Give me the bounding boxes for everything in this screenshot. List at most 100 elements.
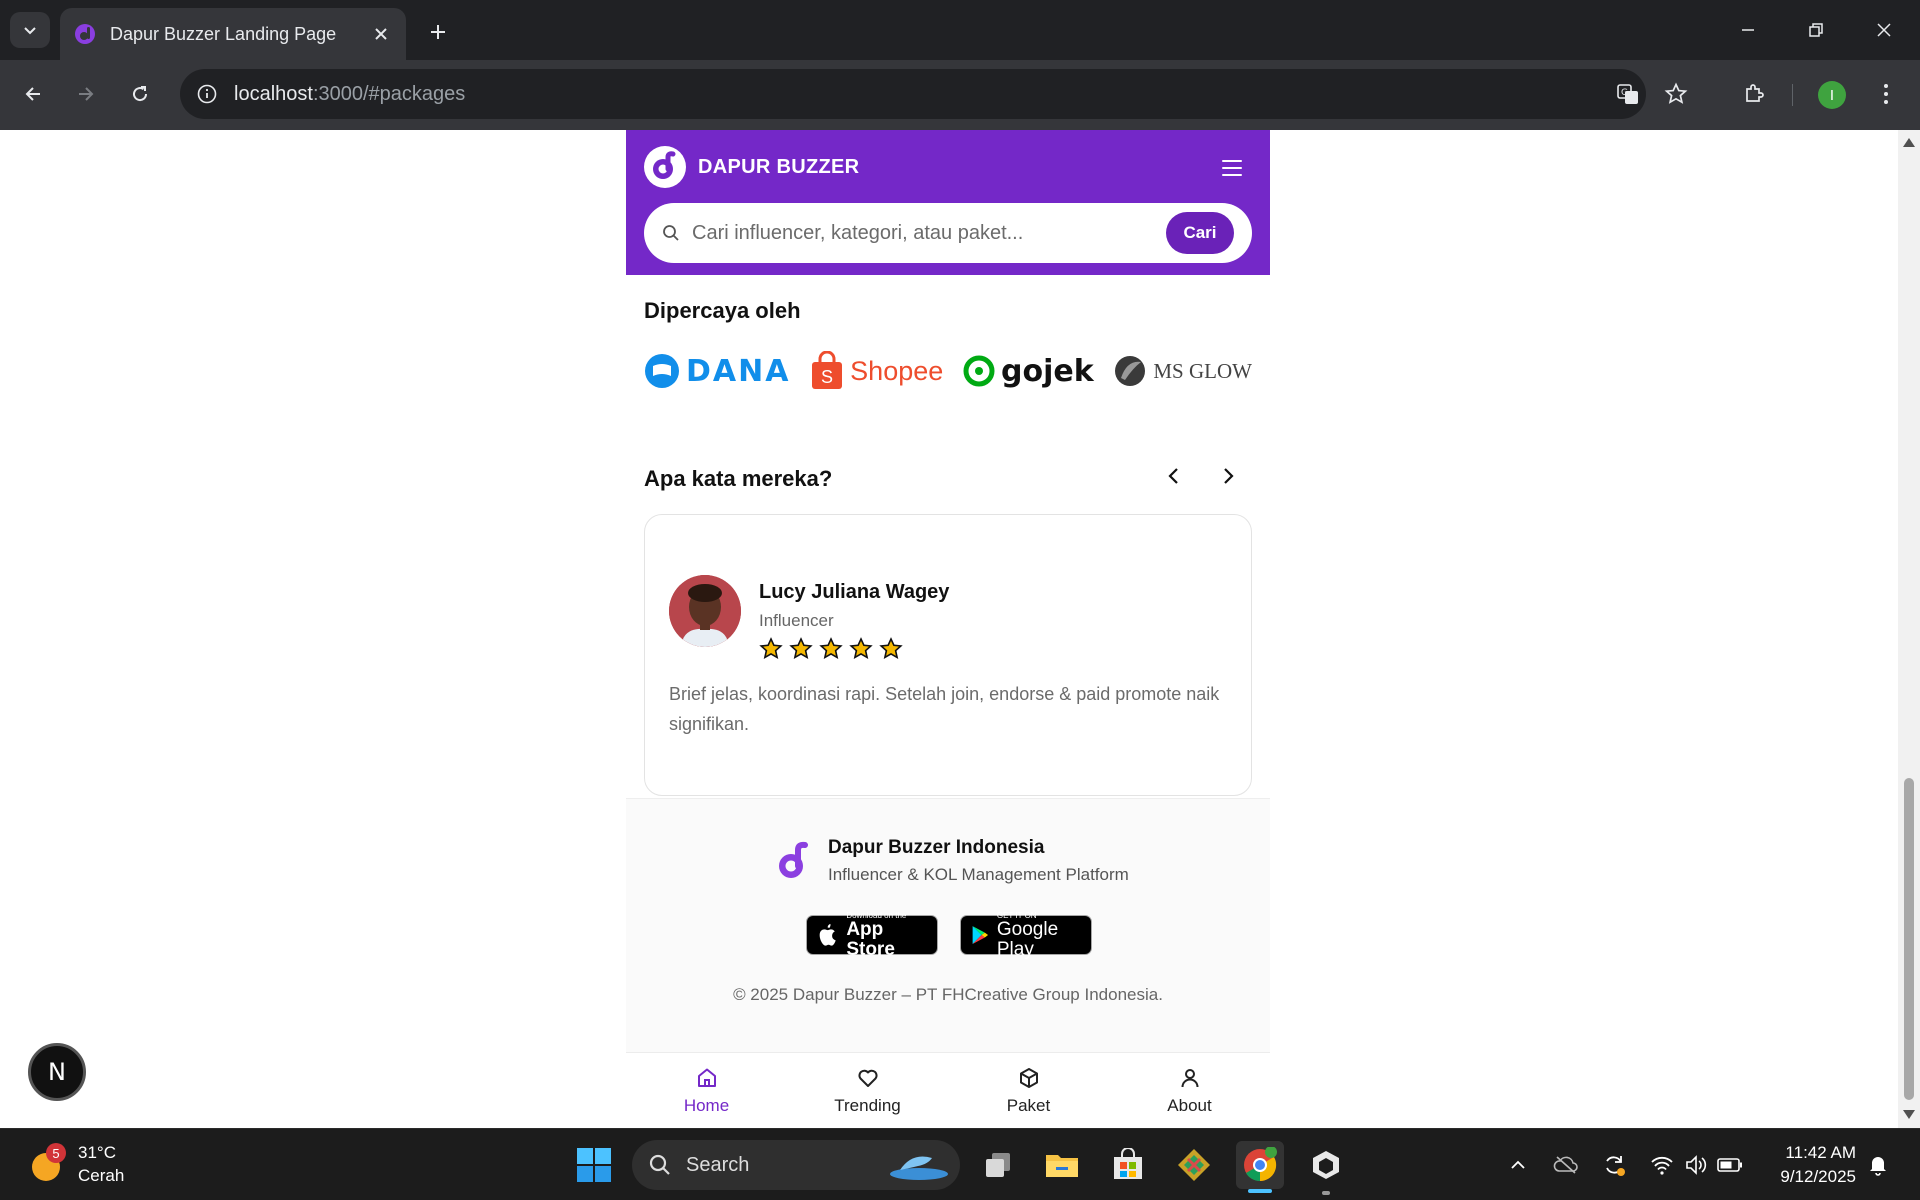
forward-button[interactable] <box>66 74 106 114</box>
start-button[interactable] <box>570 1141 618 1189</box>
address-bar[interactable]: localhost:3000/#packages <box>180 69 1646 119</box>
scroll-up-arrow-icon[interactable] <box>1903 138 1915 147</box>
close-window-button[interactable] <box>1864 12 1904 48</box>
bookmark-button[interactable] <box>1656 74 1696 114</box>
home-icon <box>697 1068 716 1087</box>
back-button[interactable] <box>13 74 53 114</box>
footer-company-name: Dapur Buzzer Indonesia <box>828 837 1045 858</box>
chrome-taskbar-button[interactable] <box>1236 1141 1284 1189</box>
plus-icon <box>431 25 445 39</box>
cursor-app-button[interactable] <box>1302 1141 1350 1189</box>
translate-button[interactable]: G <box>1608 74 1648 114</box>
task-view-button[interactable] <box>974 1141 1022 1189</box>
testimonial-quote: Brief jelas, koordinasi rapi. Setelah jo… <box>669 684 1220 734</box>
weather-widget[interactable]: 5 31°C Cerah <box>28 1141 124 1187</box>
star-icon <box>789 637 813 659</box>
file-explorer-button[interactable] <box>1038 1141 1086 1189</box>
google-play-badge[interactable]: GET IT ON Google Play <box>960 911 1092 959</box>
google-play-icon <box>972 926 989 944</box>
footer-tagline: Influencer & KOL Management Platform <box>828 865 1129 884</box>
nav-item-paket[interactable]: Paket <box>948 1053 1109 1128</box>
search-icon <box>663 225 679 241</box>
notifications-icon[interactable] <box>1864 1151 1892 1179</box>
info-icon[interactable] <box>196 83 218 105</box>
dolphin-highlight-icon <box>890 1156 948 1180</box>
arrow-right-icon <box>79 87 94 101</box>
system-clock[interactable]: 11:42 AM 9/12/2025 <box>1756 1141 1856 1189</box>
browser-tab[interactable]: Dapur Buzzer Landing Page <box>60 8 406 60</box>
star-icon <box>879 637 903 659</box>
user-icon <box>1181 1068 1198 1087</box>
tab-list-button[interactable] <box>10 12 50 48</box>
msglow-logo: MS GLOW <box>1113 352 1252 390</box>
browser-toolbar: localhost:3000/#packages G I <box>0 60 1920 130</box>
translate-icon: G <box>1617 84 1638 104</box>
minimize-button[interactable] <box>1728 12 1768 48</box>
svg-text:G: G <box>1621 88 1628 98</box>
app-store-badge[interactable]: Download on the App Store <box>806 911 938 959</box>
testimonials-title: Apa kata mereka? <box>644 466 833 491</box>
sync-tray-icon[interactable] <box>1600 1151 1628 1179</box>
brand[interactable]: DAPUR BUZZER <box>644 146 859 188</box>
cube-app-icon <box>1313 1151 1339 1179</box>
running-app-indicator <box>1322 1191 1330 1195</box>
more-vertical-icon <box>1884 84 1888 104</box>
tray-overflow-button[interactable] <box>1504 1151 1532 1179</box>
nextjs-dev-badge[interactable]: N <box>28 1043 86 1101</box>
store-icon <box>1114 1148 1142 1179</box>
nav-item-trending[interactable]: Trending <box>787 1053 948 1128</box>
carousel-prev-button[interactable] <box>1156 458 1192 494</box>
footer-brand: Dapur Buzzer Indonesia Influencer & KOL … <box>774 837 1129 885</box>
search-icon <box>649 1154 670 1175</box>
active-app-indicator <box>1248 1189 1272 1193</box>
mobile-app-container: DAPUR BUZZER Cari Dipercaya oleh DANA S … <box>626 130 1270 1128</box>
weather-temp: 31°C <box>78 1143 116 1162</box>
onedrive-tray-icon[interactable] <box>1552 1151 1580 1179</box>
tab-title: Dapur Buzzer Landing Page <box>110 23 337 44</box>
scroll-down-arrow-icon[interactable] <box>1903 1110 1915 1119</box>
shopee-bag-icon: S <box>812 351 843 389</box>
avatar <box>669 575 741 647</box>
nav-item-home[interactable]: Home <box>626 1053 787 1128</box>
task-view-icon <box>986 1153 1010 1177</box>
git-diamond-icon <box>1178 1149 1210 1181</box>
rating-stars <box>759 637 903 661</box>
tab-close-button[interactable] <box>370 23 392 45</box>
extensions-button[interactable] <box>1734 74 1774 114</box>
chevron-left-icon <box>1168 468 1178 484</box>
star-icon <box>819 637 843 659</box>
reload-button[interactable] <box>120 74 160 114</box>
browser-menu-button[interactable] <box>1866 74 1906 114</box>
microsoft-store-button[interactable] <box>1104 1141 1152 1189</box>
page-scrollbar[interactable] <box>1898 130 1920 1128</box>
profile-avatar[interactable]: I <box>1818 81 1846 109</box>
star-icon <box>759 637 783 659</box>
new-tab-button[interactable] <box>420 14 456 50</box>
star-outline-icon <box>1664 82 1688 104</box>
bottom-navigation: Home Trending Paket About <box>626 1052 1270 1128</box>
msglow-leaf-icon <box>1115 356 1146 386</box>
brand-logo-icon <box>779 841 808 878</box>
brand-name: DAPUR BUZZER <box>698 155 860 178</box>
git-app-button[interactable] <box>1170 1141 1218 1189</box>
wifi-icon[interactable] <box>1648 1151 1676 1179</box>
testimonial-role: Influencer <box>759 611 834 630</box>
nav-item-about[interactable]: About <box>1109 1053 1270 1128</box>
dana-logo: DANA <box>644 353 790 389</box>
favicon-icon <box>75 24 95 44</box>
taskbar-search[interactable]: Search <box>632 1140 960 1190</box>
search-input[interactable] <box>692 221 1152 245</box>
weather-desc: Cerah <box>78 1166 125 1185</box>
restore-button[interactable] <box>1796 12 1836 48</box>
hamburger-menu-icon[interactable] <box>1216 152 1248 184</box>
search-bar: Cari <box>644 203 1252 263</box>
chevron-down-icon <box>24 27 36 35</box>
puzzle-icon <box>1746 84 1764 102</box>
volume-icon[interactable] <box>1682 1151 1710 1179</box>
search-button[interactable]: Cari <box>1166 212 1234 254</box>
battery-icon[interactable] <box>1716 1151 1744 1179</box>
scrollbar-thumb[interactable] <box>1904 778 1914 1100</box>
carousel-next-button[interactable] <box>1210 458 1246 494</box>
toolbar-separator <box>1792 84 1793 106</box>
windows-taskbar: 5 31°C Cerah Search 11:42 AM 9/12/2025 <box>0 1128 1920 1200</box>
